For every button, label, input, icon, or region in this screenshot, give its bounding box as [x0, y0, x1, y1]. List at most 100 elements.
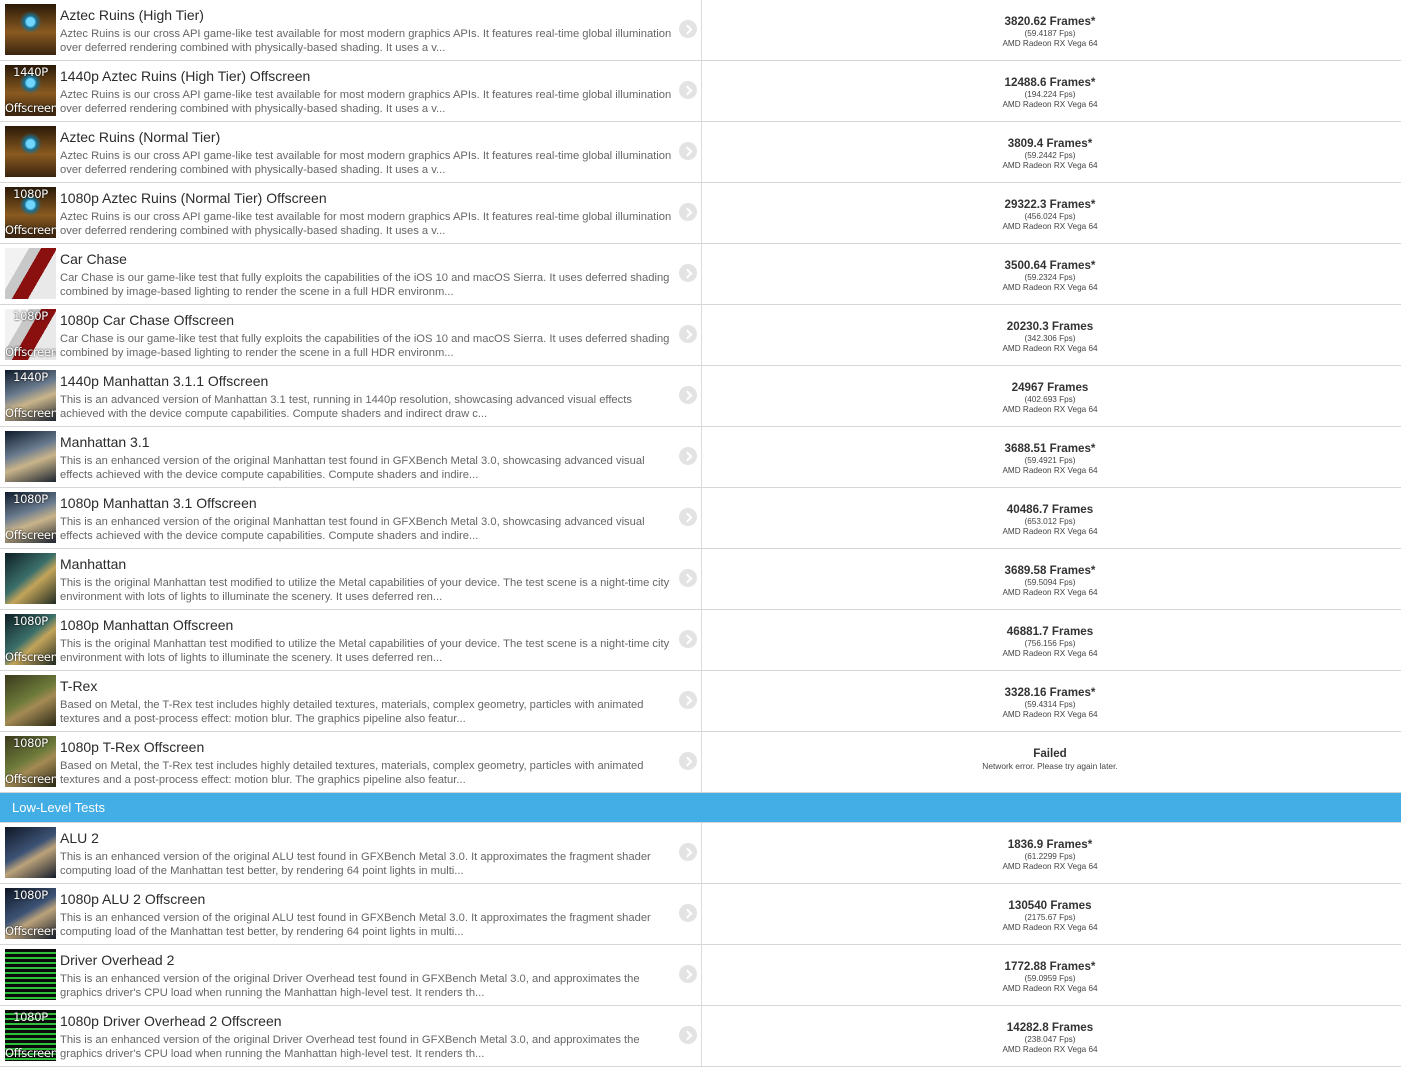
result-gpu: AMD Radeon RX Vega 64 [1002, 39, 1098, 48]
test-row[interactable]: Manhattan This is the original Manhattan … [0, 549, 1401, 610]
chevron-right-icon[interactable] [679, 81, 697, 99]
result-fps: (59.5094 Fps) [1024, 578, 1076, 587]
chevron-right-icon[interactable] [679, 843, 697, 861]
result-frames: 130540 Frames [1008, 899, 1092, 912]
low-level-test-rows: ALU 2 This is an enhanced version of the … [0, 823, 1401, 1067]
thumbnail-offscreen-tag: Offscreen [5, 406, 56, 420]
test-description: Aztec Ruins is our cross API game-like t… [60, 211, 672, 237]
column-divider [701, 305, 702, 365]
result-fps: (59.0959 Fps) [1024, 974, 1076, 983]
result-panel: 29322.3 Frames* (456.024 Fps) AMD Radeon R… [902, 183, 1198, 243]
result-panel: 1772.88 Frames* (59.0959 Fps) AMD Radeon R… [902, 945, 1198, 1005]
test-thumbnail [5, 675, 56, 726]
result-panel: 1836.9 Frames* (61.2299 Fps) AMD Radeon RX… [902, 823, 1198, 883]
thumbnail-offscreen-tag: Offscreen [5, 650, 56, 664]
test-row[interactable]: 1080P Offscreen 1080p Driver Overhead 2 Of… [0, 1006, 1401, 1067]
result-frames: 3820.62 Frames* [1004, 15, 1096, 28]
thumbnail-offscreen-tag: Offscreen [5, 924, 56, 938]
thumbnail-offscreen-tag: Offscreen [5, 223, 56, 237]
chevron-right-icon[interactable] [679, 508, 697, 526]
chevron-right-icon[interactable] [679, 386, 697, 404]
test-description: Aztec Ruins is our cross API game-like t… [60, 89, 672, 115]
test-row[interactable]: 1080P Offscreen 1080p ALU 2 Offscreen This … [0, 884, 1401, 945]
test-thumbnail [5, 431, 56, 482]
result-fps: (456.024 Fps) [1024, 212, 1076, 221]
test-title: 1080p Manhattan 3.1 Offscreen [60, 495, 257, 511]
test-thumbnail: 1080P Offscreen [5, 1010, 56, 1061]
thumbnail-resolution-tag: 1440P [13, 370, 48, 384]
thumbnail-resolution-tag: 1080P [13, 736, 48, 750]
chevron-right-icon[interactable] [679, 904, 697, 922]
result-error-message: Network error. Please try again later. [982, 761, 1118, 771]
test-thumbnail [5, 248, 56, 299]
chevron-right-icon[interactable] [679, 965, 697, 983]
test-row[interactable]: Manhattan 3.1 This is an enhanced version… [0, 427, 1401, 488]
high-level-test-rows: Aztec Ruins (High Tier) Aztec Ruins is ou… [0, 0, 1401, 793]
chevron-right-icon[interactable] [679, 203, 697, 221]
result-frames: 46881.7 Frames [1006, 625, 1094, 638]
test-row[interactable]: 1080P Offscreen 1080p Manhattan 3.1 Offscr… [0, 488, 1401, 549]
column-divider [701, 610, 702, 670]
chevron-right-icon[interactable] [679, 447, 697, 465]
test-row[interactable]: Aztec Ruins (Normal Tier) Aztec Ruins is … [0, 122, 1401, 183]
section-header-label: Low-Level Tests [12, 800, 105, 815]
result-frames: 3689.58 Frames* [1004, 564, 1096, 577]
test-title: 1080p Aztec Ruins (Normal Tier) Offscree… [60, 190, 327, 206]
test-thumbnail [5, 553, 56, 604]
result-gpu: AMD Radeon RX Vega 64 [1002, 100, 1098, 109]
chevron-right-icon[interactable] [679, 20, 697, 38]
result-frames: 24967 Frames [1011, 381, 1089, 394]
result-frames: 1836.9 Frames* [1007, 838, 1093, 851]
chevron-right-icon[interactable] [679, 264, 697, 282]
column-divider [701, 1006, 702, 1066]
thumbnail-resolution-tag: 1440P [13, 65, 48, 79]
test-row[interactable]: 1080P Offscreen 1080p T-Rex Offscreen Based… [0, 732, 1401, 793]
result-fps: (59.2324 Fps) [1024, 273, 1076, 282]
result-panel: 14282.8 Frames (238.047 Fps) AMD Radeon RX… [902, 1006, 1198, 1066]
chevron-right-icon[interactable] [679, 752, 697, 770]
test-row[interactable]: ALU 2 This is an enhanced version of the … [0, 823, 1401, 884]
test-row[interactable]: T-Rex Based on Metal, the T-Rex test incl… [0, 671, 1401, 732]
test-row[interactable]: 1080P Offscreen 1080p Aztec Ruins (Normal … [0, 183, 1401, 244]
chevron-right-icon[interactable] [679, 630, 697, 648]
result-panel: 40486.7 Frames (653.012 Fps) AMD Radeon RX… [902, 488, 1198, 548]
result-gpu: AMD Radeon RX Vega 64 [1002, 649, 1098, 658]
result-panel: 130540 Frames (2175.67 Fps) AMD Radeon RX … [902, 884, 1198, 944]
chevron-right-icon[interactable] [679, 569, 697, 587]
chevron-right-icon[interactable] [679, 1026, 697, 1044]
result-gpu: AMD Radeon RX Vega 64 [1002, 710, 1098, 719]
test-description: This is the original Manhattan test modi… [60, 638, 670, 664]
chevron-right-icon[interactable] [679, 325, 697, 343]
column-divider [701, 122, 702, 182]
test-row[interactable]: 1080P Offscreen 1080p Car Chase Offscreen C… [0, 305, 1401, 366]
test-title: 1440p Manhattan 3.1.1 Offscreen [60, 373, 269, 389]
test-thumbnail: 1080P Offscreen [5, 736, 56, 787]
test-row[interactable]: 1440P Offscreen 1440p Manhattan 3.1.1 Offs… [0, 366, 1401, 427]
result-frames: 40486.7 Frames [1006, 503, 1094, 516]
result-panel: 3820.62 Frames* (59.4187 Fps) AMD Radeon R… [902, 0, 1198, 60]
thumbnail-resolution-tag: 1080P [13, 187, 48, 201]
result-fps: (402.693 Fps) [1024, 395, 1076, 404]
result-fps: (59.4314 Fps) [1024, 700, 1076, 709]
chevron-right-icon[interactable] [679, 142, 697, 160]
column-divider [701, 823, 702, 883]
result-status: Failed [1033, 747, 1067, 760]
test-thumbnail: 1080P Offscreen [5, 888, 56, 939]
test-row[interactable]: Driver Overhead 2 This is an enhanced ver… [0, 945, 1401, 1006]
result-fps: (194.224 Fps) [1024, 90, 1076, 99]
chevron-right-icon[interactable] [679, 691, 697, 709]
result-fps: (59.4187 Fps) [1024, 29, 1076, 38]
test-row[interactable]: Aztec Ruins (High Tier) Aztec Ruins is ou… [0, 0, 1401, 61]
result-gpu: AMD Radeon RX Vega 64 [1002, 862, 1098, 871]
test-row[interactable]: 1440P Offscreen 1440p Aztec Ruins (High Ti… [0, 61, 1401, 122]
test-description: Car Chase is our game-like test that ful… [60, 272, 670, 298]
thumbnail-offscreen-tag: Offscreen [5, 528, 56, 542]
test-row[interactable]: Car Chase Car Chase is our game-like test… [0, 244, 1401, 305]
test-description: This is an enhanced version of the origi… [60, 912, 651, 938]
result-panel: 3500.64 Frames* (59.2324 Fps) AMD Radeon R… [902, 244, 1198, 304]
result-frames: 14282.8 Frames [1006, 1021, 1094, 1034]
test-title: 1080p T-Rex Offscreen [60, 739, 205, 755]
test-row[interactable]: 1080P Offscreen 1080p Manhattan Offscreen T… [0, 610, 1401, 671]
result-frames: 3328.16 Frames* [1004, 686, 1096, 699]
result-gpu: AMD Radeon RX Vega 64 [1002, 984, 1098, 993]
